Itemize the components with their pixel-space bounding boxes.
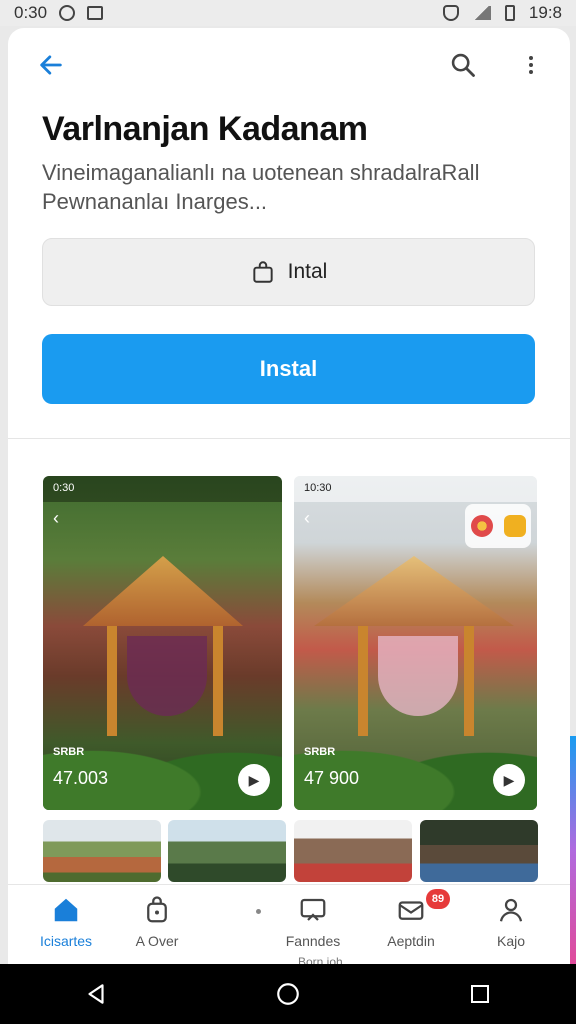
separator-dot	[256, 909, 261, 914]
home-icon	[54, 898, 78, 922]
square-recents-icon	[471, 985, 489, 1003]
screenshot-status: 0:30	[43, 476, 282, 502]
nav-item-home[interactable]: Icisartes	[21, 895, 111, 949]
chevron-left-icon: ‹	[53, 508, 59, 528]
bottom-navigation: Icisartes A Over Fanndes 89 Aeptdin Kajo…	[8, 884, 570, 964]
system-recents-button[interactable]	[460, 974, 500, 1014]
screenshot-tag: SRBR	[304, 746, 336, 758]
play-icon[interactable]: ▶	[493, 764, 525, 796]
screenshot-status: 10:30	[294, 476, 537, 502]
screenshot-thumb[interactable]	[420, 820, 538, 882]
system-home-button[interactable]	[268, 974, 308, 1014]
image-notification-icon	[87, 6, 104, 20]
install-label: Instal	[259, 356, 318, 381]
screenshot-thumb[interactable]	[294, 820, 412, 882]
section-divider	[8, 438, 570, 439]
app-shortcut-icon	[503, 515, 526, 537]
screenshot-thumb[interactable]	[43, 820, 161, 882]
app-details-screen: Varlnanjan Kadanam Vineimaganalianlı na …	[8, 28, 570, 964]
person-icon	[499, 898, 523, 922]
nav-item-kajo[interactable]: Kajo	[466, 895, 556, 949]
nav-label: Fanndes	[285, 933, 341, 949]
more-vertical-icon	[529, 56, 533, 74]
app-shortcuts	[465, 504, 531, 548]
temple-drape	[378, 636, 458, 716]
secondary-install-button[interactable]: Intal	[42, 238, 535, 306]
app-description: Vineimaganalianlı na uotenean shradalraR…	[42, 160, 480, 214]
nav-label: A Over	[135, 933, 179, 949]
play-icon[interactable]: ▶	[238, 764, 270, 796]
status-bar: 0:30 19:8	[0, 0, 576, 26]
notification-badge: 89	[426, 889, 450, 909]
nav-label: Aeptdin	[387, 933, 435, 949]
chevron-left-icon: ‹	[304, 508, 310, 528]
back-button[interactable]	[34, 48, 68, 82]
signal-icon	[472, 6, 491, 20]
triangle-back-icon	[88, 984, 104, 1004]
app-title: Varlnanjan Kadanam	[42, 110, 368, 148]
system-back-button[interactable]	[76, 974, 116, 1014]
mail-icon	[398, 901, 424, 920]
app-shortcut-icon	[470, 515, 493, 537]
alarm-icon	[59, 5, 76, 21]
search-icon	[451, 53, 475, 77]
screenshot-count: 47.003	[53, 768, 109, 788]
nav-label: Icisartes	[39, 933, 93, 949]
temple-roof	[83, 556, 243, 626]
screenshot-2[interactable]: 10:30 ‹ SRBR 47 900 ▶	[294, 476, 537, 810]
secondary-install-label: Intal	[287, 260, 328, 283]
cast-icon	[300, 898, 326, 921]
screenshot-count: 47 900	[304, 768, 360, 788]
battery-icon	[504, 5, 515, 21]
screenshot-thumb[interactable]	[168, 820, 286, 882]
nav-sub-label: Born ioh	[298, 955, 343, 964]
system-navigation-bar	[0, 964, 576, 1024]
search-button[interactable]	[446, 48, 480, 82]
top-app-bar	[8, 28, 570, 102]
battery-text: 19:8	[528, 3, 562, 22]
nav-item-over[interactable]: A Over	[112, 895, 202, 949]
status-time: 0:30	[14, 3, 48, 22]
screenshot-1[interactable]: 0:30 ‹ SRBR 47.003 ▶	[43, 476, 282, 810]
nav-item-fanndes[interactable]: Fanndes	[268, 895, 358, 949]
nav-label: Kajo	[496, 933, 526, 949]
shield-icon	[442, 5, 459, 21]
temple-roof	[314, 556, 514, 626]
circle-home-icon	[277, 983, 299, 1005]
arrow-left-icon	[40, 55, 62, 75]
screenshot-tag: SRBR	[53, 746, 85, 758]
lock-bag-icon	[252, 261, 273, 283]
nav-item-aeptdin[interactable]: 89 Aeptdin	[366, 889, 456, 949]
more-options-button[interactable]	[514, 48, 548, 82]
bag-icon	[147, 896, 167, 923]
install-button[interactable]: Instal	[42, 334, 535, 404]
temple-drape	[127, 636, 207, 716]
edge-accent-strip	[570, 736, 576, 964]
